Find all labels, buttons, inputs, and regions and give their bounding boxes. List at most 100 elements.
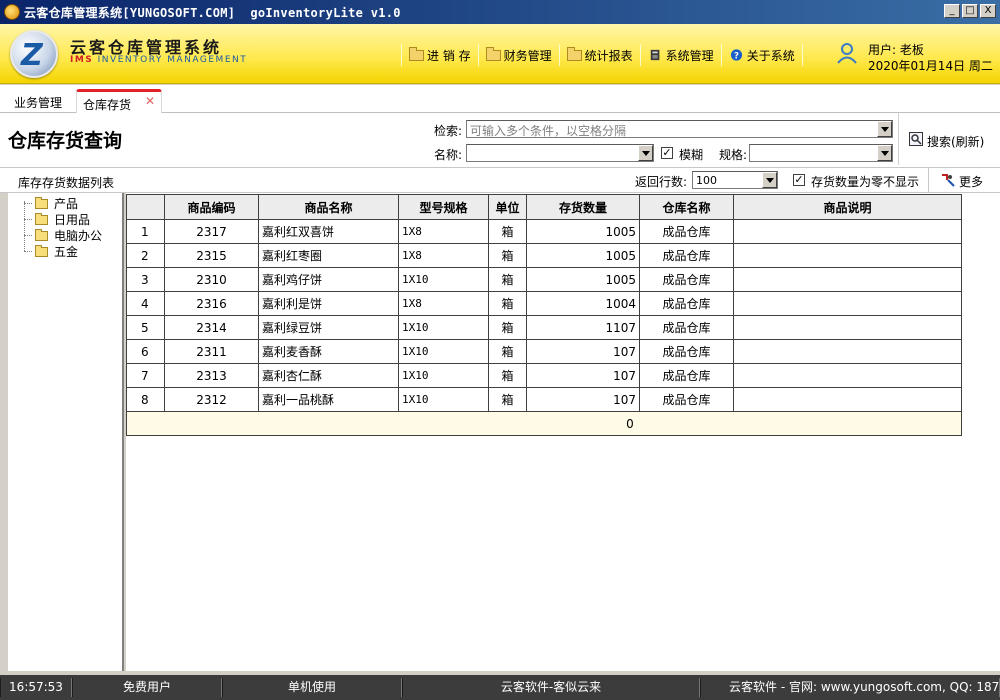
table-cell <box>733 387 962 412</box>
folder-icon <box>35 244 48 257</box>
more-icon <box>942 174 955 187</box>
status-contact: 云客软件 - 官网: www.yungosoft.com, QQ: 187: <box>700 678 1000 697</box>
column-header[interactable]: 商品说明 <box>733 194 962 220</box>
nav-finance[interactable]: 财务管理 <box>484 46 554 64</box>
table-cell: 107 <box>526 363 640 388</box>
nav-label: 进 销 存 <box>427 48 471 63</box>
table-cell <box>733 243 962 268</box>
table-cell: 2315 <box>164 243 259 268</box>
table-cell: 2311 <box>164 339 259 364</box>
maximize-button[interactable]: □ <box>962 4 978 18</box>
tree-item-label: 五金 <box>54 245 79 259</box>
table-cell: 1005 <box>526 267 640 292</box>
table-row[interactable]: 3 2310 嘉利鸡仔饼 1X10 箱 1005 成品仓库 <box>126 267 962 292</box>
table-cell: 1005 <box>526 243 640 268</box>
table-cell: 成品仓库 <box>639 243 734 268</box>
search-label: 检索: <box>434 124 463 138</box>
search-input[interactable]: 可输入多个条件，以空格分隔 <box>466 120 893 138</box>
table-cell: 嘉利利是饼 <box>258 291 399 316</box>
tree-item-daily[interactable]: 日用品 <box>24 211 90 228</box>
column-header[interactable]: 仓库名称 <box>639 194 734 220</box>
close-tab-icon[interactable]: ✕ <box>145 94 155 108</box>
table-cell: 1004 <box>526 291 640 316</box>
column-header[interactable]: 存货数量 <box>526 194 640 220</box>
minimize-button[interactable]: _ <box>944 4 960 18</box>
table-row[interactable]: 4 2316 嘉利利是饼 1X8 箱 1004 成品仓库 <box>126 291 962 316</box>
nav-system[interactable]: 系统管理 <box>646 47 716 64</box>
rows-dropdown-button[interactable] <box>762 172 777 188</box>
table-cell: 嘉利一品桃酥 <box>258 387 399 412</box>
tree-item-hardware[interactable]: 五金 <box>24 243 78 260</box>
nav-about[interactable]: ? 关于系统 <box>727 47 797 64</box>
table-cell: 嘉利杏仁酥 <box>258 363 399 388</box>
table-cell: 成品仓库 <box>639 339 734 364</box>
table-cell: 箱 <box>488 243 527 268</box>
table-row[interactable]: 2 2315 嘉利红枣圈 1X8 箱 1005 成品仓库 <box>126 243 962 268</box>
table-cell: 1X10 <box>398 267 489 292</box>
table-cell: 1X8 <box>398 219 489 244</box>
folder-icon <box>35 212 48 225</box>
hide-zero-checkbox[interactable]: ✓ <box>793 174 805 186</box>
close-button[interactable]: X <box>980 4 996 18</box>
table-cell: 箱 <box>488 219 527 244</box>
folder-icon <box>35 196 48 209</box>
nav-label: 统计报表 <box>584 48 633 63</box>
rows-select[interactable]: 100 <box>692 171 778 189</box>
search-placeholder: 可输入多个条件，以空格分隔 <box>470 124 627 138</box>
table-cell: 嘉利麦香酥 <box>258 339 399 364</box>
tree-item-products[interactable]: 产品 <box>24 195 78 212</box>
rows-value: 100 <box>696 174 717 187</box>
table-cell: 嘉利绿豆饼 <box>258 315 399 340</box>
nav-label: 财务管理 <box>503 48 552 63</box>
column-header[interactable]: 型号规格 <box>398 194 489 220</box>
table-cell: 2313 <box>164 363 259 388</box>
table-row[interactable]: 5 2314 嘉利绿豆饼 1X10 箱 1107 成品仓库 <box>126 315 962 340</box>
spec-input[interactable] <box>749 144 893 162</box>
nav-reports[interactable]: 统计报表 <box>565 46 635 64</box>
table-row[interactable]: 7 2313 嘉利杏仁酥 1X10 箱 107 成品仓库 <box>126 363 962 388</box>
search-button[interactable]: 搜索(刷新) <box>898 113 994 165</box>
column-header[interactable]: 单位 <box>488 194 527 220</box>
tab-inventory[interactable]: 仓库存货 ✕ <box>76 89 162 113</box>
column-header[interactable]: 商品名称 <box>258 194 399 220</box>
tree-item-label: 产品 <box>54 197 79 211</box>
tab-business[interactable]: 业务管理 <box>14 94 62 111</box>
table-row[interactable]: 6 2311 嘉利麦香酥 1X10 箱 107 成品仓库 <box>126 339 962 364</box>
table-cell <box>733 267 962 292</box>
table-cell: 成品仓库 <box>639 219 734 244</box>
status-bar: 16:57:53 免费用户 单机使用 云客软件-客似云来 云客软件 - 官网: … <box>0 675 1000 700</box>
inventory-table: 商品编码 商品名称 型号规格 单位 存货数量 仓库名称 商品说明 1 2317 嘉利… <box>126 194 962 436</box>
table-cell: 4 <box>126 291 165 316</box>
nav-label: 关于系统 <box>746 48 795 63</box>
logo-icon: Z <box>10 30 58 78</box>
category-tree: 产品 日用品 电脑办公 五金 <box>8 193 124 671</box>
table-cell: 箱 <box>488 387 527 412</box>
table-cell: 嘉利红双喜饼 <box>258 219 399 244</box>
table-cell: 2314 <box>164 315 259 340</box>
table-cell <box>733 291 962 316</box>
list-toolbar: 库存存货数据列表 返回行数: 100 ✓ 存货数量为零不显示 更多 <box>0 167 1000 193</box>
table-row[interactable]: 1 2317 嘉利红双喜饼 1X8 箱 1005 成品仓库 <box>126 219 962 244</box>
current-date: 2020年01月14日 周二 <box>868 59 993 73</box>
name-input[interactable] <box>466 144 654 162</box>
column-header[interactable]: 商品编码 <box>164 194 259 220</box>
column-header[interactable] <box>126 194 165 220</box>
name-dropdown-button[interactable] <box>638 145 653 161</box>
fuzzy-checkbox[interactable]: ✓ <box>661 147 673 159</box>
query-panel: 仓库存货查询 检索: 可输入多个条件，以空格分隔 名称: ✓ 模糊 规格: 搜索… <box>0 113 1000 167</box>
table-footer-total: 0 <box>126 411 962 436</box>
search-dropdown-button[interactable] <box>877 121 892 137</box>
rows-label: 返回行数: <box>635 175 688 189</box>
folder-icon <box>566 46 582 61</box>
tree-item-label: 日用品 <box>54 213 91 227</box>
nav-jxc[interactable]: 进 销 存 <box>407 46 473 64</box>
folder-icon <box>485 46 501 61</box>
svg-text:?: ? <box>734 51 739 61</box>
more-button[interactable]: 更多 <box>928 168 1000 192</box>
table-cell: 箱 <box>488 291 527 316</box>
spec-dropdown-button[interactable] <box>877 145 892 161</box>
tree-item-office[interactable]: 电脑办公 <box>24 227 102 244</box>
status-user-type: 免费用户 <box>72 678 222 697</box>
tab-inventory-label: 仓库存货 <box>83 98 132 112</box>
table-row[interactable]: 8 2312 嘉利一品桃酥 1X10 箱 107 成品仓库 <box>126 387 962 412</box>
